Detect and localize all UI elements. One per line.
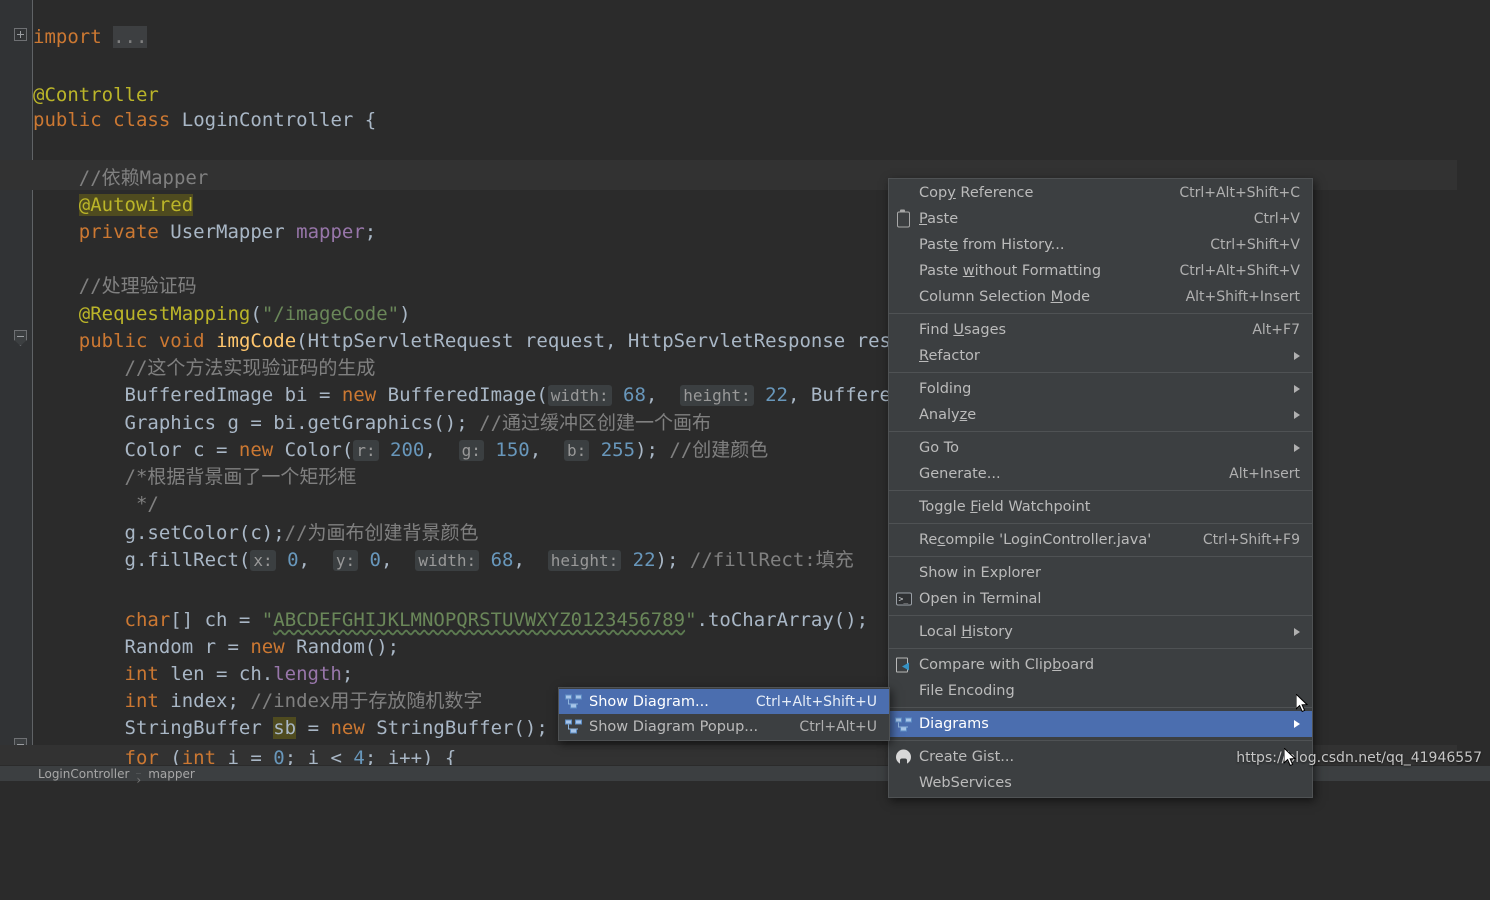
menu-item-label: Show in Explorer — [919, 565, 1041, 581]
breadcrumb-member[interactable]: mapper — [148, 767, 195, 781]
menu-separator — [889, 707, 1312, 708]
menu-item-recompile-logincontroller-java[interactable]: Recompile 'LoginController.java' Ctrl+Shi… — [889, 527, 1312, 553]
menu-item-generate[interactable]: Generate... Alt+Insert — [889, 461, 1312, 487]
editor-gutter[interactable] — [0, 0, 33, 765]
menu-item-label: Paste without Formatting — [919, 263, 1102, 279]
menu-item-shortcut: Ctrl+Shift+F9 — [1202, 532, 1300, 548]
menu-item-label: Find Usages — [919, 322, 1007, 338]
menu-separator — [889, 556, 1312, 557]
diagram-icon — [565, 718, 582, 735]
menu-item-label: Paste from History... — [919, 237, 1065, 253]
chevron-right-icon — [1294, 352, 1300, 360]
menu-item-shortcut: Ctrl+Alt+U — [799, 718, 877, 735]
menu-item-shortcut: Ctrl+Shift+V — [1210, 237, 1300, 253]
editor-context-menu[interactable]: Copy Reference Ctrl+Alt+Shift+C Paste Ctrl+… — [888, 178, 1313, 798]
watermark-text: https://blog.csdn.net/qq_41946557 — [1236, 750, 1482, 766]
chevron-right-icon — [1294, 385, 1300, 393]
breadcrumb-separator: › — [136, 773, 142, 787]
menu-item-show-in-explorer[interactable]: Show in Explorer — [889, 560, 1312, 586]
menu-separator — [889, 372, 1312, 373]
github-icon — [895, 749, 912, 766]
menu-item-label: Column Selection Mode — [919, 289, 1091, 305]
menu-item-label: Local History — [919, 624, 1013, 640]
diagrams-submenu[interactable]: Show Diagram... Ctrl+Alt+Shift+U Show Diag… — [558, 687, 890, 741]
compare-icon — [895, 657, 912, 674]
menu-item-shortcut: Alt+Shift+Insert — [1185, 289, 1300, 305]
terminal-icon: >_ — [895, 591, 912, 608]
menu-item-column-selection-mode[interactable]: Column Selection Mode Alt+Shift+Insert — [889, 284, 1312, 310]
menu-item-label: Folding — [919, 381, 972, 397]
highlighted-annotation: @Autowired — [78, 194, 194, 216]
menu-item-shortcut: Ctrl+Alt+Shift+V — [1179, 263, 1300, 279]
menu-item-label: Paste — [919, 211, 959, 227]
menu-item-shortcut: Alt+F7 — [1252, 322, 1300, 338]
menu-item-refactor[interactable]: Refactor — [889, 343, 1312, 369]
menu-item-copy-reference[interactable]: Copy Reference Ctrl+Alt+Shift+C — [889, 180, 1312, 206]
menu-item-label: Toggle Field Watchpoint — [919, 499, 1091, 515]
menu-separator — [889, 523, 1312, 524]
menu-item-show-diagram-popup[interactable]: Show Diagram Popup... Ctrl+Alt+U — [559, 714, 889, 739]
menu-item-label: Copy Reference — [919, 185, 1034, 201]
menu-item-label: WebServices — [919, 775, 1012, 791]
menu-item-shortcut: Ctrl+V — [1253, 211, 1300, 227]
folded-imports[interactable]: ... — [113, 26, 148, 48]
diagram-icon — [565, 693, 582, 710]
menu-separator — [889, 740, 1312, 741]
menu-item-folding[interactable]: Folding — [889, 376, 1312, 402]
menu-item-diagrams[interactable]: Diagrams — [889, 711, 1312, 737]
menu-item-compare-with-clipboard[interactable]: Compare with Clipboard — [889, 652, 1312, 678]
diagram-icon — [895, 716, 912, 733]
menu-item-label: Analyze — [919, 407, 977, 423]
menu-separator — [889, 648, 1312, 649]
menu-item-paste-without-formatting[interactable]: Paste without Formatting Ctrl+Alt+Shift+V — [889, 258, 1312, 284]
menu-separator — [889, 431, 1312, 432]
menu-item-paste-from-history[interactable]: Paste from History... Ctrl+Shift+V — [889, 232, 1312, 258]
menu-item-label: Diagrams — [919, 716, 989, 732]
menu-item-find-usages[interactable]: Find Usages Alt+F7 — [889, 317, 1312, 343]
menu-item-go-to[interactable]: Go To — [889, 435, 1312, 461]
chevron-right-icon — [1294, 720, 1300, 728]
menu-item-shortcut: Ctrl+Alt+Shift+U — [755, 693, 877, 710]
menu-item-label: Go To — [919, 440, 959, 456]
menu-item-label: Generate... — [919, 466, 1001, 482]
menu-item-label: Create Gist... — [919, 749, 1015, 765]
menu-separator — [889, 313, 1312, 314]
menu-item-shortcut: Alt+Insert — [1229, 466, 1300, 482]
menu-item-label: Compare with Clipboard — [919, 657, 1095, 673]
chevron-right-icon — [1294, 411, 1300, 419]
menu-item-file-encoding[interactable]: File Encoding — [889, 678, 1312, 704]
menu-item-label: Show Diagram... — [589, 693, 709, 710]
highlighted-variable: sb — [273, 717, 297, 739]
clipboard-icon — [895, 209, 912, 228]
chevron-right-icon — [1294, 628, 1300, 636]
menu-separator — [889, 490, 1312, 491]
breadcrumb-class[interactable]: LoginController — [38, 767, 129, 781]
menu-item-open-in-terminal[interactable]: >_ Open in Terminal — [889, 586, 1312, 612]
menu-item-show-diagram[interactable]: Show Diagram... Ctrl+Alt+Shift+U — [559, 689, 889, 714]
menu-item-label: Refactor — [919, 348, 980, 364]
fold-collapse-icon[interactable] — [14, 330, 27, 346]
menu-item-label: Show Diagram Popup... — [589, 718, 759, 735]
menu-item-webservices[interactable]: WebServices — [889, 770, 1312, 796]
menu-item-label: Recompile 'LoginController.java' — [919, 532, 1152, 548]
menu-item-analyze[interactable]: Analyze — [889, 402, 1312, 428]
fold-expand-icon[interactable] — [14, 28, 27, 41]
menu-item-local-history[interactable]: Local History — [889, 619, 1312, 645]
menu-item-label: Open in Terminal — [919, 591, 1042, 607]
menu-item-paste[interactable]: Paste Ctrl+V — [889, 206, 1312, 232]
menu-separator — [889, 615, 1312, 616]
chevron-right-icon — [1294, 444, 1300, 452]
menu-item-toggle-field-watchpoint[interactable]: Toggle Field Watchpoint — [889, 494, 1312, 520]
menu-item-shortcut: Ctrl+Alt+Shift+C — [1179, 185, 1300, 201]
menu-item-label: File Encoding — [919, 683, 1015, 699]
